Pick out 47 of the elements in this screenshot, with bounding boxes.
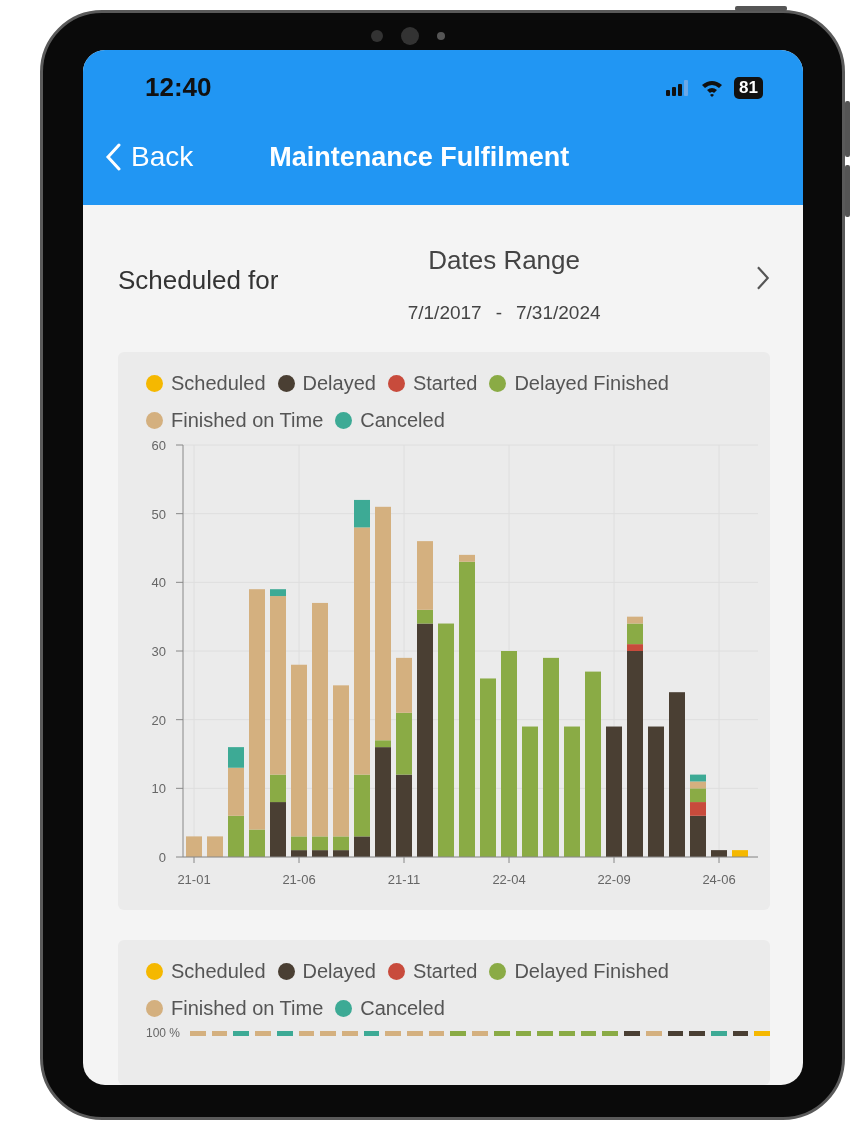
filter-label: Scheduled for	[118, 265, 280, 296]
x-tick-label: 21-06	[282, 872, 316, 887]
chart-bar	[732, 850, 748, 857]
legend-label: Delayed	[302, 372, 376, 395]
chart-bar	[228, 815, 244, 857]
legend-label: Delayed Finished	[514, 960, 669, 983]
y-tick-label: 40	[151, 575, 166, 591]
chart-bar	[396, 657, 412, 713]
legend-label: Finished on Time	[171, 997, 324, 1020]
chart-bar	[711, 850, 727, 857]
legend-label: Started	[412, 960, 478, 983]
chart-bar	[396, 712, 412, 775]
battery-level: 81	[739, 77, 758, 97]
legend-label: Canceled	[360, 409, 445, 432]
x-tick-label: 22-09	[597, 872, 631, 887]
x-tick-label: 21-01	[177, 872, 211, 887]
y-tick-label: 60	[151, 438, 166, 453]
chevron-right-icon	[756, 265, 770, 291]
date-separator: -	[495, 302, 502, 324]
wifi-icon	[700, 78, 725, 97]
legend-label: Started	[412, 372, 478, 395]
camera-icon	[371, 26, 445, 46]
range-title: Dates Range	[428, 245, 580, 276]
y-tick-label: 100 %	[146, 1026, 181, 1040]
chart-bar	[186, 836, 202, 857]
signal-icon	[666, 79, 691, 96]
y-tick-label: 30	[151, 644, 166, 659]
y-tick-label: 10	[151, 781, 166, 797]
legend-label: Delayed	[302, 960, 376, 983]
status-time: 12:40	[145, 72, 212, 103]
legend-label: Finished on Time	[171, 409, 324, 432]
legend-label: Delayed Finished	[514, 372, 669, 395]
end-date: 7/31/2024	[516, 302, 601, 324]
x-tick-label: 21-11	[387, 872, 421, 887]
legend-label: Scheduled	[171, 960, 266, 983]
screen-title: Maintenance Fulfilment	[269, 141, 570, 173]
chart-bar	[207, 836, 223, 857]
legend-label: Canceled	[360, 997, 445, 1020]
y-tick-label: 20	[151, 712, 166, 728]
x-tick-label: 24-06	[702, 872, 736, 887]
chevron-left-icon	[105, 143, 121, 171]
y-tick-label: 0	[158, 850, 166, 865]
x-tick-label: 22-04	[492, 872, 526, 887]
date-range-row[interactable]: Scheduled for Dates Range 7/1/2017 - 7/31/2024	[118, 205, 770, 352]
legend-label: Scheduled	[171, 372, 266, 395]
y-tick-label: 50	[151, 506, 166, 522]
start-date: 7/1/2017	[407, 302, 482, 324]
